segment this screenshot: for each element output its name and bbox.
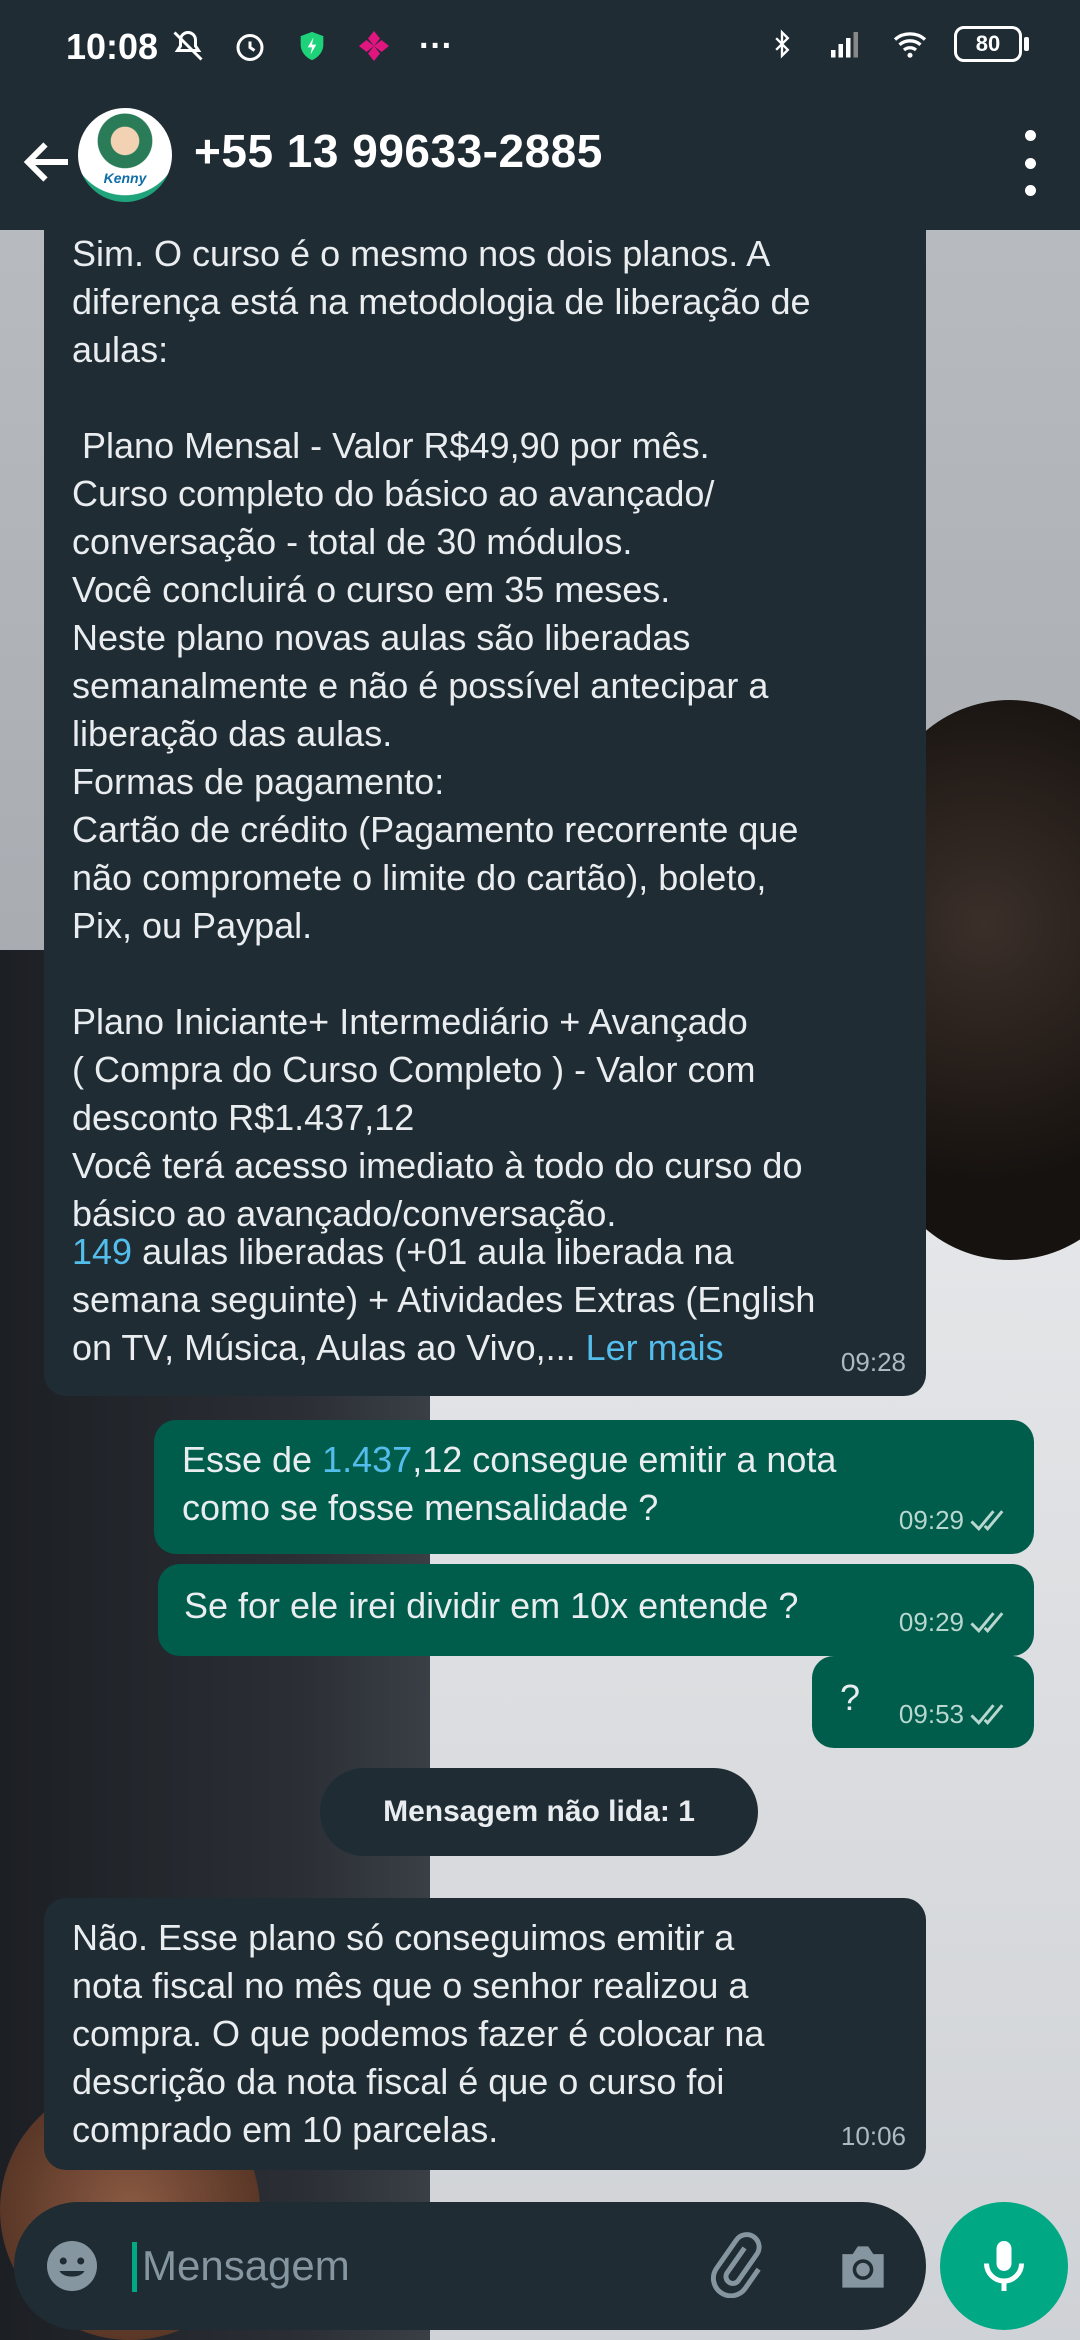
more-options-icon[interactable] <box>1020 130 1040 196</box>
double-check-icon <box>970 1612 1004 1633</box>
outgoing-message[interactable]: Esse de 1.437,12 consegue emitir a nota … <box>154 1420 1034 1554</box>
contact-name[interactable]: +55 13 99633-2885 <box>194 124 603 178</box>
app-icon <box>354 26 394 66</box>
outgoing-message[interactable]: Se for ele irei dividir em 10x entende ?… <box>158 1564 1034 1656</box>
message-time: 09:28 <box>840 1347 906 1377</box>
mute-icon <box>168 26 208 66</box>
emoji-icon[interactable] <box>42 2236 102 2296</box>
message-input[interactable]: Mensagem <box>142 2242 350 2290</box>
chat-header: Kenny +55 13 99633-2885 <box>0 96 1080 230</box>
bluetooth-icon <box>762 24 802 64</box>
more-notifications-icon: ··· <box>419 26 453 65</box>
shield-icon <box>292 26 332 66</box>
message-time: 09:29 <box>899 1598 1014 1646</box>
battery-indicator: 80 <box>954 26 1029 62</box>
mic-icon <box>984 2241 1024 2291</box>
unread-divider: Mensagem não lida: 1 <box>320 1768 758 1856</box>
mic-button[interactable] <box>940 2202 1068 2330</box>
message-time: 10:06 <box>840 2121 906 2151</box>
message-time: 09:53 <box>899 1690 1014 1738</box>
double-check-icon <box>970 1510 1004 1531</box>
message-text: Sim. O curso é o mesmo nos dois planos. … <box>72 233 811 1234</box>
incoming-message[interactable]: Não. Esse plano só conseguimos emitir a … <box>44 1898 926 2170</box>
attach-icon[interactable] <box>702 2232 768 2299</box>
message-text: Esse de 1.437,12 consegue emitir a nota … <box>182 1439 837 1528</box>
message-text: ? <box>840 1677 861 1718</box>
wifi-icon <box>890 24 930 64</box>
double-check-icon <box>970 1704 1004 1725</box>
status-time: 10:08 <box>66 26 159 67</box>
status-bar: 10:08 ··· 80 <box>0 0 1080 96</box>
contact-avatar[interactable]: Kenny <box>78 108 172 202</box>
message-time: 09:29 <box>899 1496 1014 1544</box>
message-text: Não. Esse plano só conseguimos emitir a … <box>72 1917 765 2150</box>
alarm-icon <box>230 26 270 66</box>
highlight-number[interactable]: 149 <box>72 1231 132 1272</box>
signal-icon <box>826 24 866 64</box>
incoming-message[interactable]: Sim. O curso é o mesmo nos dois planos. … <box>44 230 926 1396</box>
outgoing-message[interactable]: ? 09:53 <box>812 1656 1034 1748</box>
message-list[interactable]: Sim. O curso é o mesmo nos dois planos. … <box>0 230 1080 2200</box>
back-arrow-icon[interactable] <box>18 132 78 192</box>
message-text: Se for ele irei dividir em 10x entende ? <box>184 1585 799 1626</box>
text-cursor <box>132 2242 137 2292</box>
message-composer[interactable]: Mensagem <box>14 2202 926 2330</box>
camera-icon[interactable] <box>832 2236 894 2298</box>
message-text-continued: 149 aulas liberadas (+01 aula liberada n… <box>72 1231 816 1368</box>
read-more-link[interactable]: Ler mais <box>586 1327 724 1368</box>
highlight-number[interactable]: 1.437 <box>322 1439 412 1480</box>
